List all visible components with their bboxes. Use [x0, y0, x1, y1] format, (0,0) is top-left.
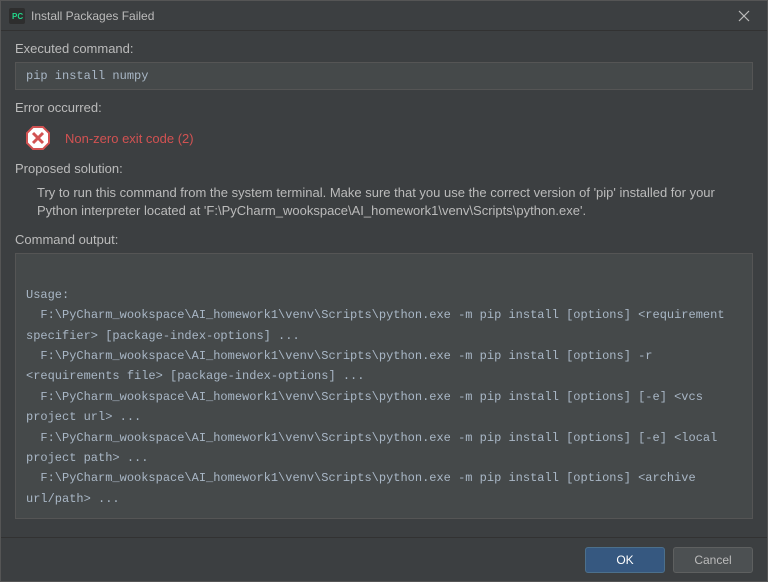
proposed-solution-text: Try to run this command from the system …: [15, 182, 753, 232]
proposed-solution-label: Proposed solution:: [15, 161, 753, 176]
executed-command-text[interactable]: pip install numpy: [15, 62, 753, 90]
dialog-title: Install Packages Failed: [31, 9, 729, 23]
app-icon: PC: [9, 8, 25, 24]
command-output-label: Command output:: [15, 232, 753, 247]
error-occurred-label: Error occurred:: [15, 100, 753, 115]
executed-command-label: Executed command:: [15, 41, 753, 56]
close-icon[interactable]: [729, 1, 759, 31]
cancel-button[interactable]: Cancel: [673, 547, 753, 573]
error-row: Non-zero exit code (2): [15, 121, 753, 161]
error-icon: [25, 125, 51, 151]
ok-button[interactable]: OK: [585, 547, 665, 573]
button-bar: OK Cancel: [1, 537, 767, 581]
error-message: Non-zero exit code (2): [65, 131, 194, 146]
titlebar: PC Install Packages Failed: [1, 1, 767, 31]
install-packages-failed-dialog: PC Install Packages Failed Executed comm…: [0, 0, 768, 582]
command-output-text[interactable]: Usage: F:\PyCharm_wookspace\AI_homework1…: [15, 253, 753, 519]
svg-text:PC: PC: [12, 12, 23, 21]
dialog-content: Executed command: pip install numpy Erro…: [1, 31, 767, 537]
